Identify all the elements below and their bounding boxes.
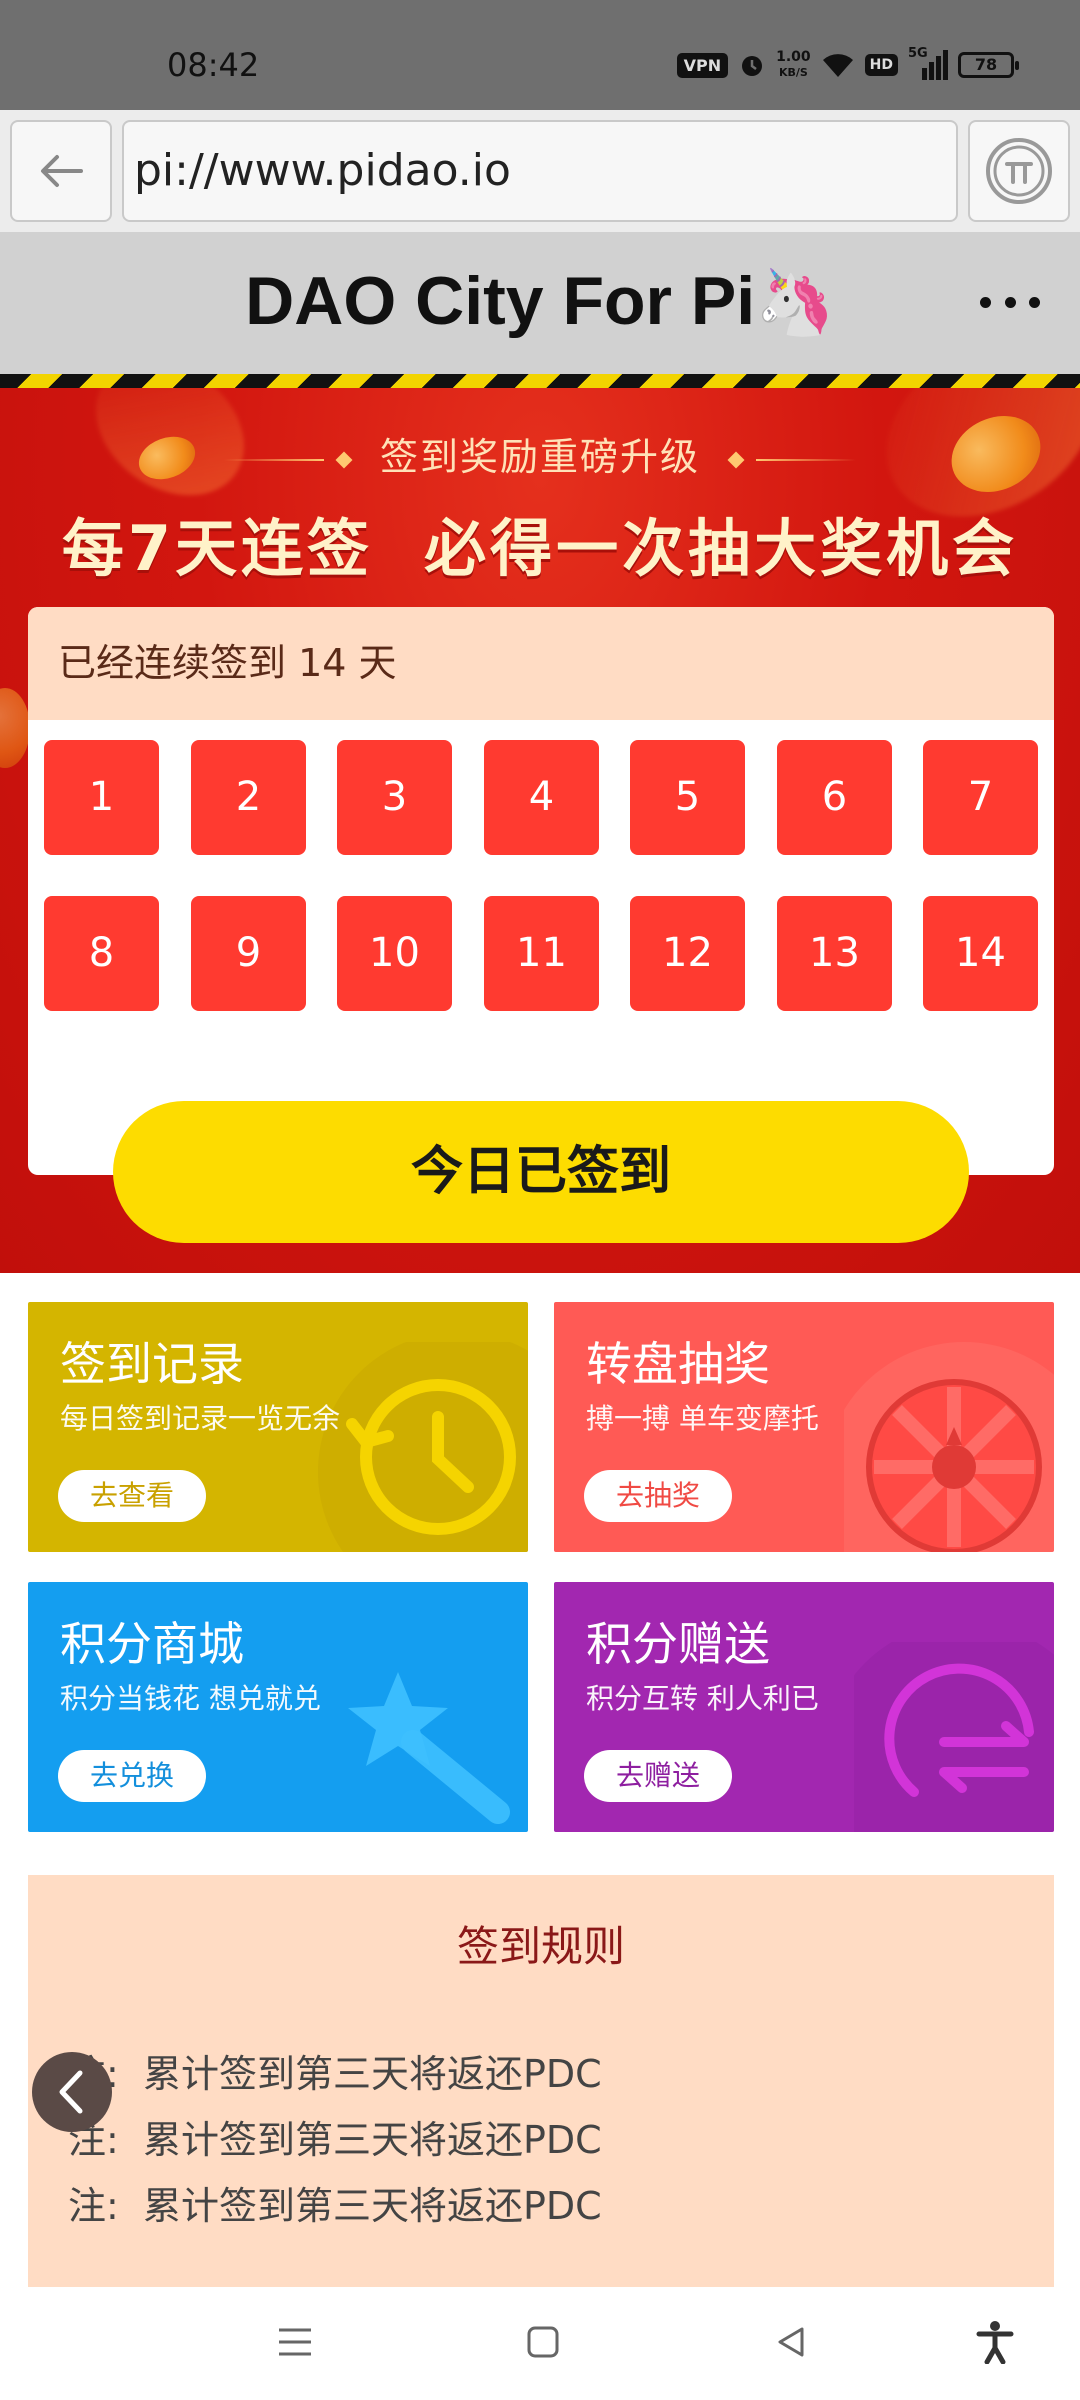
tile-title: 积分赠送 [586, 1617, 770, 1671]
day-cell: 6 [777, 740, 892, 855]
view-records-button[interactable]: 去查看 [58, 1470, 206, 1522]
tile-points-mall[interactable]: 积分商城 积分当钱花 想兑就兑 去兑换 [28, 1582, 528, 1832]
net-speed: 1.00 KB/S [776, 50, 811, 80]
rules-title: 签到规则 [456, 1922, 625, 1971]
day-cell: 9 [191, 896, 306, 1011]
rule-item: 注: 累计签到第三天将返还PDC [68, 2118, 602, 2162]
status-time: 08:42 [167, 46, 260, 84]
accessibility-button[interactable] [970, 2317, 1020, 2367]
net-speed-value: 1.00 [776, 49, 811, 65]
pi-wallet-button[interactable] [968, 120, 1070, 222]
more-dot-icon [980, 296, 991, 308]
clock-history-icon [318, 1342, 528, 1552]
day-cell: 3 [337, 740, 452, 855]
nav-home-button[interactable] [518, 2317, 568, 2367]
prize-wheel-icon [844, 1342, 1054, 1552]
day-cell: 8 [44, 896, 159, 1011]
home-square-icon [527, 2326, 559, 2358]
system-nav-bar [0, 2287, 1080, 2400]
tile-title: 积分商城 [60, 1617, 244, 1671]
floating-back-button[interactable] [32, 2052, 112, 2132]
checkin-button[interactable]: 今日已签到 [113, 1101, 969, 1243]
diamond-icon [727, 451, 745, 468]
tile-title: 转盘抽奖 [586, 1337, 770, 1391]
vpn-badge: VPN [676, 52, 729, 78]
spin-wheel-button[interactable]: 去抽奖 [584, 1470, 732, 1522]
battery-indicator: 78 [958, 52, 1019, 78]
hazard-stripe [0, 374, 1080, 388]
day-cell: 12 [630, 896, 745, 1011]
tile-title: 签到记录 [60, 1337, 244, 1391]
transfer-arrows-icon [854, 1642, 1054, 1832]
diamond-icon [335, 451, 353, 468]
tile-description: 每日签到记录一览无余 [60, 1402, 341, 1435]
day-cell: 1 [44, 740, 159, 855]
more-menu-button[interactable] [980, 287, 1040, 317]
net-speed-unit: KB/S [778, 66, 808, 79]
coin-decoration [0, 688, 30, 768]
day-cell: 10 [337, 896, 452, 1011]
menu-icon [279, 2328, 311, 2356]
magic-wand-icon [348, 1672, 510, 1824]
banner-headline: 每7天连签 必得一次抽大奖机会 [61, 512, 1019, 585]
status-icons: VPN 1.00 KB/S HD 5G 78 [676, 46, 1019, 80]
signal-group: 5G [908, 46, 948, 80]
checkin-rules-panel: 签到规则 注: 累计签到第三天将返还PDC 注: 累计签到第三天将返还PDC 注… [28, 1875, 1054, 2287]
nav-menu-button[interactable] [270, 2317, 320, 2367]
banner-subtitle: 签到奖励重磅升级 [0, 426, 1080, 481]
tile-description: 积分当钱花 想兑就兑 [60, 1682, 321, 1715]
page-title-text: DAO City For Pi [245, 263, 756, 339]
checkin-calendar-card: 已经连续签到 14 天 1 2 3 4 5 6 7 8 9 10 11 12 1… [28, 607, 1054, 1175]
wifi-icon [822, 54, 853, 77]
banner-subtitle-text: 签到奖励重磅升级 [379, 435, 700, 479]
tile-points-gift[interactable]: 积分赠送 积分互转 利人利已 去赠送 [554, 1582, 1054, 1832]
redeem-button[interactable]: 去兑换 [58, 1750, 206, 1802]
back-triangle-icon [778, 2327, 804, 2357]
nav-back-button[interactable] [766, 2317, 816, 2367]
tile-description: 积分互转 利人利已 [586, 1682, 819, 1715]
tile-checkin-records[interactable]: 签到记录 每日签到记录一览无余 去查看 [28, 1302, 528, 1552]
accessibility-icon [976, 2321, 1014, 2364]
more-dot-icon [1029, 296, 1040, 308]
url-input[interactable]: pi://www.pidao.io [122, 120, 958, 222]
page-title: DAO City For Pi🦄 [0, 262, 1080, 340]
gift-points-button[interactable]: 去赠送 [584, 1750, 732, 1802]
day-cell: 5 [630, 740, 745, 855]
day-cell: 4 [484, 740, 599, 855]
day-cell: 7 [923, 740, 1038, 855]
tile-prize-wheel[interactable]: 转盘抽奖 搏一搏 单车变摩托 去抽奖 [554, 1302, 1054, 1552]
divider-line [756, 458, 857, 461]
unicorn-icon: 🦄 [755, 266, 835, 338]
day-cell: 13 [777, 896, 892, 1011]
arrow-left-icon [41, 155, 83, 187]
page-header: DAO City For Pi🦄 [0, 232, 1080, 374]
hd-badge: HD [864, 54, 898, 76]
signal-icon [922, 50, 948, 80]
day-cell: 2 [191, 740, 306, 855]
day-cell: 11 [484, 896, 599, 1011]
chevron-left-icon [59, 2070, 83, 2114]
alarm-icon [742, 56, 763, 76]
browser-address-row: pi://www.pidao.io [0, 110, 1080, 232]
status-bar: 08:42 VPN 1.00 KB/S HD 5G 78 [0, 0, 1080, 110]
day-cell: 14 [923, 896, 1038, 1011]
more-dot-icon [1004, 296, 1016, 308]
streak-text: 已经连续签到 14 天 [28, 607, 1054, 720]
rule-item: 注: 累计签到第三天将返还PDC [68, 2184, 602, 2228]
browser-back-button[interactable] [10, 120, 112, 222]
tile-description: 搏一搏 单车变摩托 [586, 1402, 819, 1435]
divider-line [223, 458, 324, 461]
rule-item: 注: 累计签到第三天将返还PDC [68, 2052, 602, 2096]
pi-logo-icon [986, 138, 1052, 204]
